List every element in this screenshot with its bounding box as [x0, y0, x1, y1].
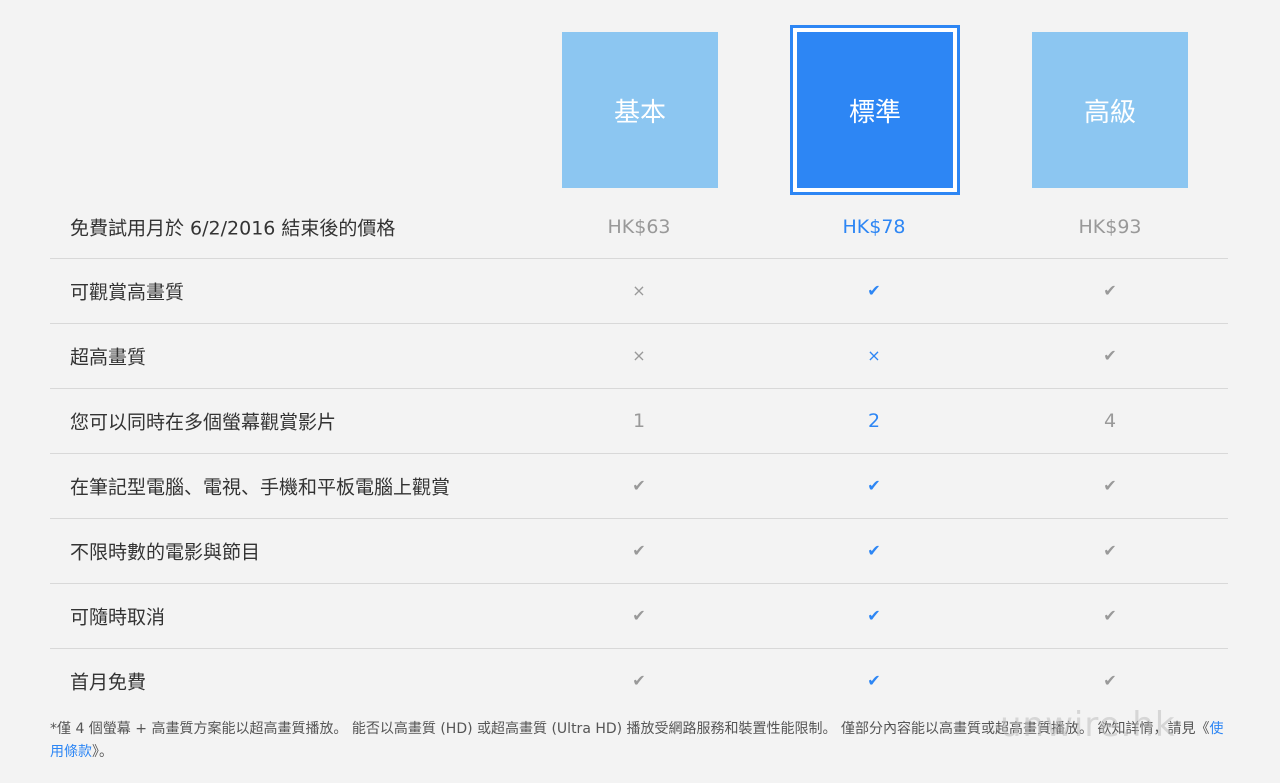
- row-label: 您可以同時在多個螢幕觀賞影片: [70, 411, 337, 434]
- plan-comparison-table: 免費試用月於 6/2/2016 結束後的價格 HK$63 HK$78 HK$93…: [50, 195, 1228, 713]
- check-icon: ✔: [1103, 281, 1117, 300]
- row-label: 超高畫質: [70, 346, 147, 369]
- check-icon: ✔: [632, 606, 646, 625]
- check-icon: ✔: [867, 606, 881, 625]
- check-icon: ✔: [632, 476, 646, 495]
- price-premium: HK$93: [1078, 215, 1142, 238]
- footnote-suffix: 》。: [92, 744, 113, 760]
- plan-premium-button[interactable]: 高級: [1032, 32, 1188, 188]
- table-row: 在筆記型電腦、電視、手機和平板電腦上觀賞 ✔ ✔ ✔: [50, 454, 1228, 519]
- row-label: 不限時數的電影與節目: [70, 541, 261, 564]
- plan-standard-selected-frame: 標準: [790, 25, 960, 195]
- table-row: 首月免費 ✔ ✔ ✔: [50, 649, 1228, 713]
- table-row: 不限時數的電影與節目 ✔ ✔ ✔: [50, 519, 1228, 584]
- check-icon: ✔: [867, 281, 881, 300]
- plan-standard-button[interactable]: 標準: [797, 32, 953, 188]
- check-icon: ✔: [1103, 671, 1117, 690]
- table-row-price: 免費試用月於 6/2/2016 結束後的價格 HK$63 HK$78 HK$93: [50, 195, 1228, 259]
- cross-icon: ×: [632, 281, 646, 300]
- plan-basic-label: 基本: [613, 97, 666, 128]
- check-icon: ✔: [1103, 476, 1117, 495]
- plan-comparison-page: 基本 標準 高級 免費試用月於 6/2/2016 結束後的價格 HK$63 HK…: [0, 0, 1280, 783]
- check-icon: ✔: [867, 476, 881, 495]
- row-label: 可觀賞高畫質: [70, 281, 185, 304]
- check-icon: ✔: [1103, 541, 1117, 560]
- screens-basic: 1: [632, 410, 646, 432]
- screens-standard: 2: [867, 410, 881, 432]
- table-row: 可隨時取消 ✔ ✔ ✔: [50, 584, 1228, 649]
- footnote-text: *僅 4 個螢幕 + 高畫質方案能以超高畫質播放。 能否以高畫質 (HD) 或超…: [50, 721, 1210, 737]
- plan-standard-label: 標準: [848, 97, 901, 128]
- row-label: 可隨時取消: [70, 606, 166, 629]
- row-label: 免費試用月於 6/2/2016 結束後的價格: [70, 217, 396, 239]
- footnote: *僅 4 個螢幕 + 高畫質方案能以超高畫質播放。 能否以高畫質 (HD) 或超…: [50, 718, 1230, 764]
- plan-basic-button[interactable]: 基本: [562, 32, 718, 188]
- check-icon: ✔: [1103, 346, 1117, 365]
- check-icon: ✔: [632, 671, 646, 690]
- table-row: 您可以同時在多個螢幕觀賞影片 1 2 4: [50, 389, 1228, 454]
- check-icon: ✔: [867, 671, 881, 690]
- price-basic: HK$63: [607, 215, 671, 238]
- table-row: 超高畫質 × × ✔: [50, 324, 1228, 389]
- screens-premium: 4: [1103, 410, 1117, 432]
- cross-icon: ×: [632, 346, 646, 365]
- plan-premium-label: 高級: [1083, 97, 1136, 128]
- table-row: 可觀賞高畫質 × ✔ ✔: [50, 259, 1228, 324]
- check-icon: ✔: [1103, 606, 1117, 625]
- check-icon: ✔: [632, 541, 646, 560]
- row-label: 首月免費: [70, 671, 147, 694]
- check-icon: ✔: [867, 541, 881, 560]
- cross-icon: ×: [867, 346, 881, 365]
- row-label: 在筆記型電腦、電視、手機和平板電腦上觀賞: [70, 476, 451, 499]
- price-standard: HK$78: [842, 215, 906, 238]
